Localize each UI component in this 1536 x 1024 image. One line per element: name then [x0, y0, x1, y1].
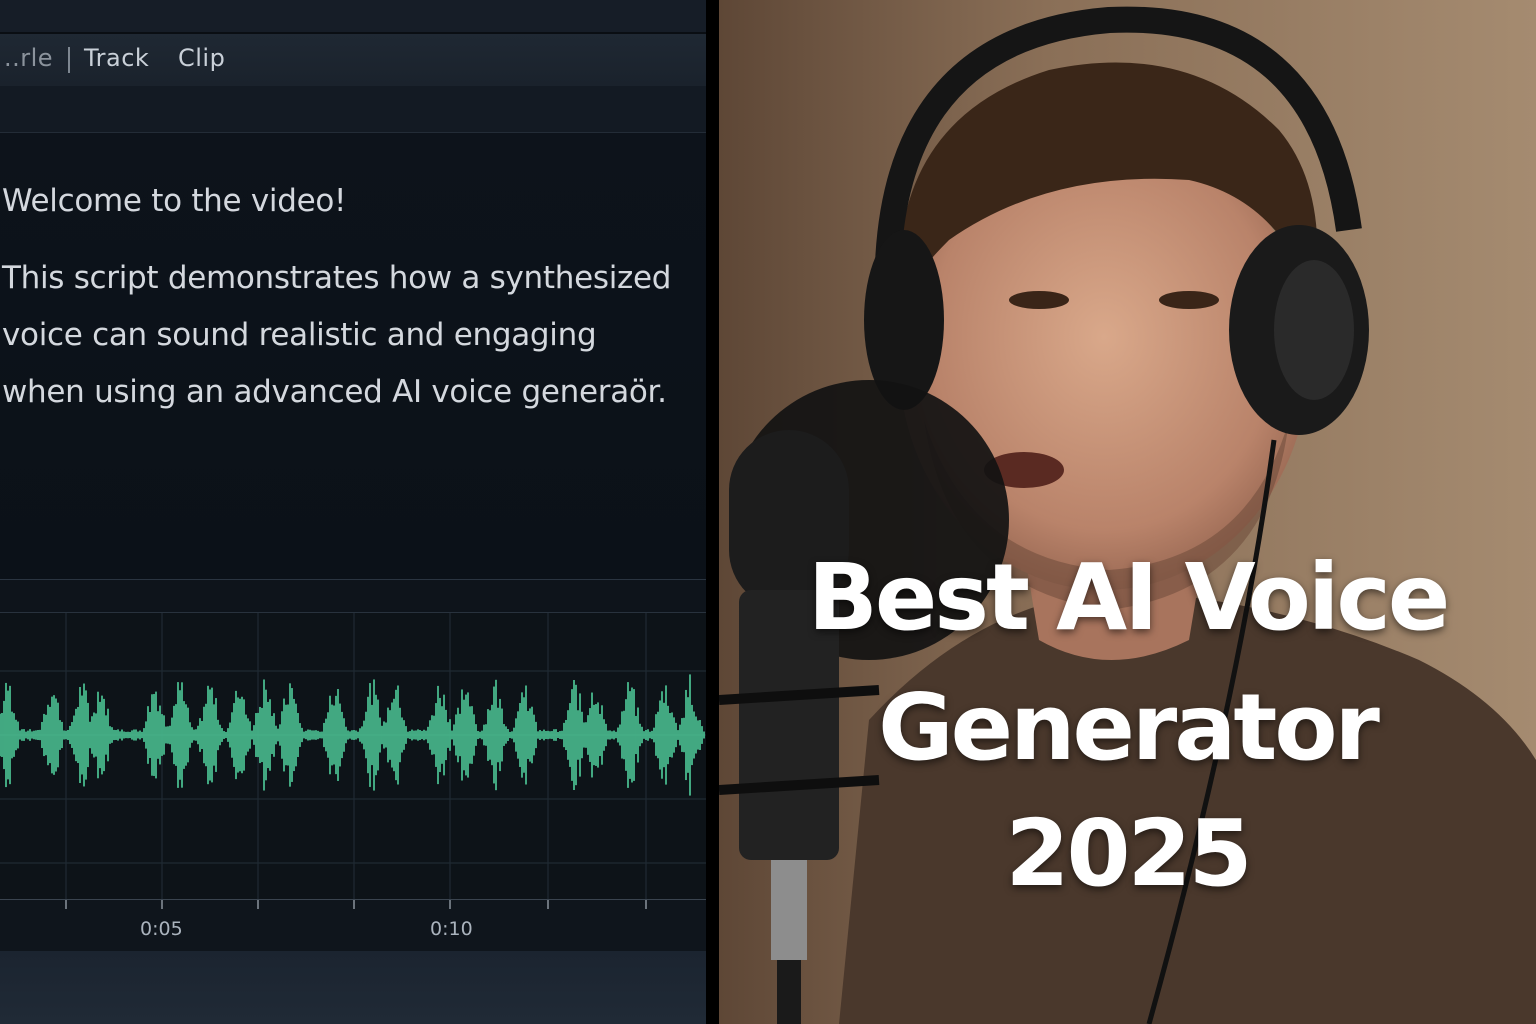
- timeline-marker-5s: 0:05: [140, 918, 183, 940]
- title-line-3: 2025: [1005, 800, 1252, 907]
- title-strip: [0, 0, 706, 32]
- script-line-1: This script demonstrates how a synthesiz…: [2, 260, 672, 296]
- script-greeting: Welcome to the video!: [2, 183, 347, 219]
- script-text-area[interactable]: Welcome to the video! This script demons…: [0, 133, 706, 579]
- menu-item-track[interactable]: Track: [84, 44, 149, 72]
- transport-bar: [0, 951, 706, 1024]
- waveform-track[interactable]: [0, 613, 706, 899]
- title-line-2: Generator: [878, 674, 1380, 781]
- timeline-marker-10s: 0:10: [430, 918, 473, 940]
- timeline-ruler[interactable]: 0:05 0:10: [0, 899, 706, 952]
- ruler-ticks: [65, 900, 647, 909]
- voice-editor-panel: ..rle Track Clip Welcome to the video! T…: [0, 0, 706, 1024]
- thumbnail-photo: Best AI Voice Generator 2025: [719, 0, 1536, 1024]
- script-line-2: voice can sound realistic and engaging: [2, 317, 597, 353]
- menu-item-clip[interactable]: Clip: [178, 44, 225, 72]
- menu-bar: ..rle Track Clip: [0, 32, 706, 88]
- title-line-1: Best AI Voice: [807, 544, 1451, 651]
- menu-separator: [68, 47, 70, 73]
- waveform: [0, 613, 706, 899]
- track-header: [0, 580, 706, 613]
- menu-item-file[interactable]: ..rle: [4, 44, 53, 72]
- toolbar: [0, 86, 706, 133]
- split-divider: [706, 0, 719, 1024]
- script-line-3: when using an advanced AI voice generaör…: [2, 374, 667, 410]
